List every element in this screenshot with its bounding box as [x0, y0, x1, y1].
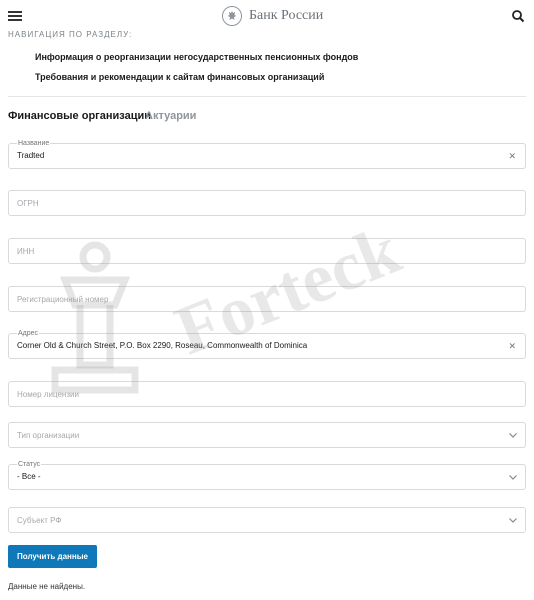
- address-field-value: Corner Old & Church Street, P.O. Box 229…: [17, 341, 308, 350]
- registration-number-field[interactable]: Регистрационный номер: [8, 286, 526, 312]
- tab-financial-organizations[interactable]: Финансовые организации: [8, 110, 151, 122]
- divider: [8, 96, 526, 97]
- close-icon[interactable]: ✕: [508, 151, 516, 161]
- name-field-label: Название: [17, 139, 51, 148]
- subject-select[interactable]: Субъект РФ: [8, 507, 526, 533]
- registration-number-placeholder: Регистрационный номер: [17, 295, 109, 304]
- inn-field[interactable]: ИНН: [8, 238, 526, 264]
- name-field-value: Tradted: [17, 151, 45, 160]
- status-field-label: Статус: [17, 460, 42, 469]
- nav-link-pension-funds[interactable]: Информация о реорганизации негосударстве…: [35, 52, 358, 62]
- site-header: Банк России: [0, 0, 534, 32]
- search-icon[interactable]: [511, 9, 525, 23]
- hamburger-menu-icon[interactable]: [8, 11, 22, 21]
- chevron-down-icon[interactable]: [509, 433, 517, 438]
- name-field[interactable]: Название Tradted ✕: [8, 139, 526, 169]
- inn-placeholder: ИНН: [17, 247, 35, 256]
- organization-type-placeholder: Тип организации: [17, 431, 80, 440]
- tab-actuaries[interactable]: Актуарии: [145, 110, 196, 122]
- address-field-label: Адрес: [17, 329, 40, 338]
- section-navigation-title: НАВИГАЦИЯ ПО РАЗДЕЛУ:: [8, 30, 133, 39]
- status-select[interactable]: Статус - Все -: [8, 460, 526, 490]
- result-message: Данные не найдены.: [8, 582, 86, 591]
- license-number-field[interactable]: Номер лицензии: [8, 381, 526, 407]
- status-field-value: - Все -: [17, 472, 41, 481]
- organization-type-select[interactable]: Тип организации: [8, 422, 526, 448]
- address-field[interactable]: Адрес Corner Old & Church Street, P.O. B…: [8, 329, 526, 359]
- get-data-button[interactable]: Получить данные: [8, 545, 97, 568]
- bank-name: Банк России: [249, 8, 324, 23]
- chevron-down-icon[interactable]: [509, 475, 517, 480]
- bank-logo[interactable]: Банк России: [222, 5, 323, 27]
- ogrn-field[interactable]: ОГРН: [8, 190, 526, 216]
- bank-emblem-icon: [222, 6, 242, 26]
- subject-placeholder: Субъект РФ: [17, 516, 62, 525]
- nav-link-website-requirements[interactable]: Требования и рекомендации к сайтам финан…: [35, 72, 324, 82]
- chevron-down-icon[interactable]: [509, 518, 517, 523]
- close-icon[interactable]: ✕: [508, 341, 516, 351]
- ogrn-placeholder: ОГРН: [17, 199, 39, 208]
- license-number-placeholder: Номер лицензии: [17, 390, 79, 399]
